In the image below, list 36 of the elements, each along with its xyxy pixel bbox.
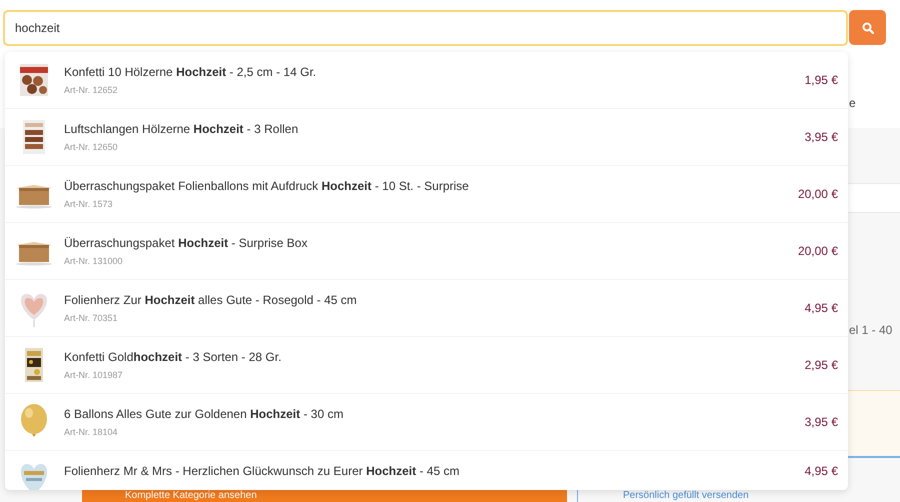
product-title: Folienherz Zur Hochzeit alles Gute - Rosegold - 45 cm (64, 292, 358, 309)
price: 1,95 € (804, 72, 838, 89)
article-number: Art-Nr. 1573 (64, 198, 114, 211)
article-number: Art-Nr. 70351 (64, 312, 119, 325)
article-number: Art-Nr. 18104 (64, 426, 119, 439)
suggestion-item[interactable]: Konfetti Goldhochzeit - 3 Sorten - 28 Gr. Art-Nr. 101987 2,95 € (5, 337, 848, 394)
search-field[interactable]: hochzeit (3, 10, 848, 46)
price: 4,95 € (804, 300, 838, 317)
suggestion-item[interactable]: Konfetti 10 Hölzerne Hochzeit - 2,5 cm - 14 Gr. Art-Nr. 12652 1,95 € (5, 52, 848, 109)
price: 4,95 € (804, 462, 838, 480)
article-number: Art-Nr. 12650 (64, 140, 119, 154)
product-title: Überraschungspaket Folienballons mit Aufdruck Hochzeit - 10 St. - Surprise (64, 178, 470, 195)
product-title: Luftschlangen Hölzerne Hochzeit - 3 Rollen (64, 120, 300, 138)
product-title: 6 Ballons Alles Gute zur Goldenen Hochzeit - 30 cm (64, 406, 344, 423)
text-fragment: e (849, 95, 856, 112)
result-count: el 1 - 40 (849, 322, 892, 339)
product-title: Folienherz Mr & Mrs - Herzlichen Glückwunsch zu Eurer Hochzeit - 45 cm (64, 462, 460, 480)
suggestion-item[interactable]: Folienherz Mr & Mrs - Herzlichen Glückwunsch zu Eurer Hochzeit - 45 cm 4,95 € (5, 451, 848, 490)
article-number: Art-Nr. 101987 (64, 368, 124, 382)
article-number: Art-Nr. 12652 (64, 84, 119, 97)
product-title: Konfetti 10 Hölzerne Hochzeit - 2,5 cm - 14 Gr. (64, 64, 318, 81)
article-number: Art-Nr. 131000 (64, 254, 124, 268)
price: 20,00 € (798, 186, 838, 203)
price: 20,00 € (798, 243, 838, 260)
product-title: Überraschungspaket Hochzeit - Surprise Box (64, 234, 308, 252)
suggestion-item[interactable]: 6 Ballons Alles Gute zur Goldenen Hochzeit - 30 cm Art-Nr. 18104 3,95 € (5, 394, 848, 451)
price: 2,95 € (804, 357, 838, 374)
suggestion-item[interactable]: Luftschlangen Hölzerne Hochzeit - 3 Rollen Art-Nr. 12650 3,95 € (5, 109, 848, 166)
search-icon (862, 22, 874, 34)
product-title: Konfetti Goldhochzeit - 3 Sorten - 28 Gr. (64, 348, 282, 366)
suggestion-item[interactable]: Überraschungspaket Hochzeit - Surprise Box Art-Nr. 131000 20,00 € (5, 223, 848, 280)
search-button[interactable] (849, 10, 886, 45)
suggestion-item[interactable]: Überraschungspaket Folienballons mit Aufdruck Hochzeit - 10 St. - Surprise Art-Nr. 1573 20,00 € (5, 166, 848, 223)
suggestion-item[interactable]: Folienherz Zur Hochzeit alles Gute - Rosegold - 45 cm Art-Nr. 70351 4,95 € (5, 280, 848, 337)
price: 3,95 € (804, 129, 838, 146)
price: 3,95 € (804, 414, 838, 431)
